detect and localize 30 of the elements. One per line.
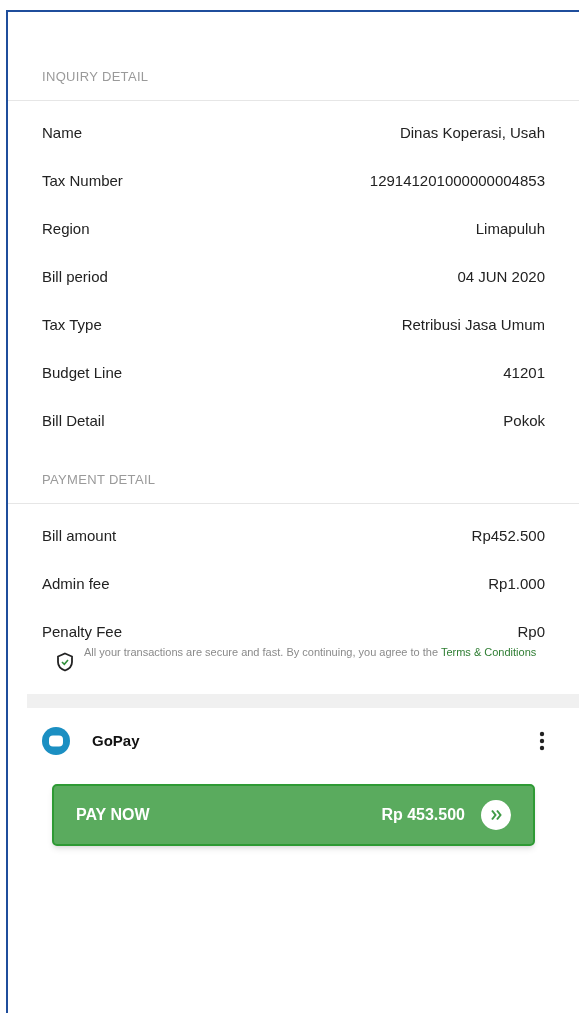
row-label: Name	[42, 122, 82, 143]
row-value: Rp452.500	[471, 525, 545, 546]
section-title: INQUIRY DETAIL	[42, 69, 149, 84]
section-title: PAYMENT DETAIL	[42, 472, 156, 487]
row-label: Tax Number	[42, 170, 123, 191]
row-label: Bill Detail	[42, 410, 105, 431]
row-value: Dinas Koperasi, Usah	[399, 122, 545, 143]
row-value: 04 JUN 2020	[457, 266, 545, 287]
row-label: Bill amount	[42, 525, 117, 546]
security-notice: All your transactions are secure and fast. By continuing, you agree to the Terms & Conditions	[84, 645, 537, 660]
row-label: Bill period	[42, 266, 108, 287]
double-chevron-icon	[481, 800, 511, 830]
shield-check-icon	[56, 652, 74, 672]
row-value: Rp1.000	[488, 573, 545, 594]
row-label: Region	[42, 218, 90, 239]
row-label: Budget Line	[42, 362, 123, 383]
terms-link[interactable]: Terms & Conditions	[440, 646, 537, 658]
row-label: Tax Type	[42, 314, 102, 335]
pay-now-button[interactable]: PAY NOW Rp 453.500	[52, 784, 535, 846]
row-value: Rp0	[517, 621, 545, 642]
more-options-icon[interactable]	[539, 731, 545, 751]
row-label: Penalty Fee	[42, 621, 123, 642]
row-value: 129141201000000004853	[369, 170, 545, 191]
payment-method-name: GoPay	[92, 730, 140, 751]
row-value: Limapuluh	[475, 218, 545, 239]
row-value: Retribusi Jasa Umum	[401, 314, 545, 335]
row-value: 41201	[503, 362, 545, 383]
wallet-icon	[42, 727, 70, 755]
row-label: Admin fee	[42, 573, 110, 594]
row-value: Pokok	[503, 410, 545, 431]
